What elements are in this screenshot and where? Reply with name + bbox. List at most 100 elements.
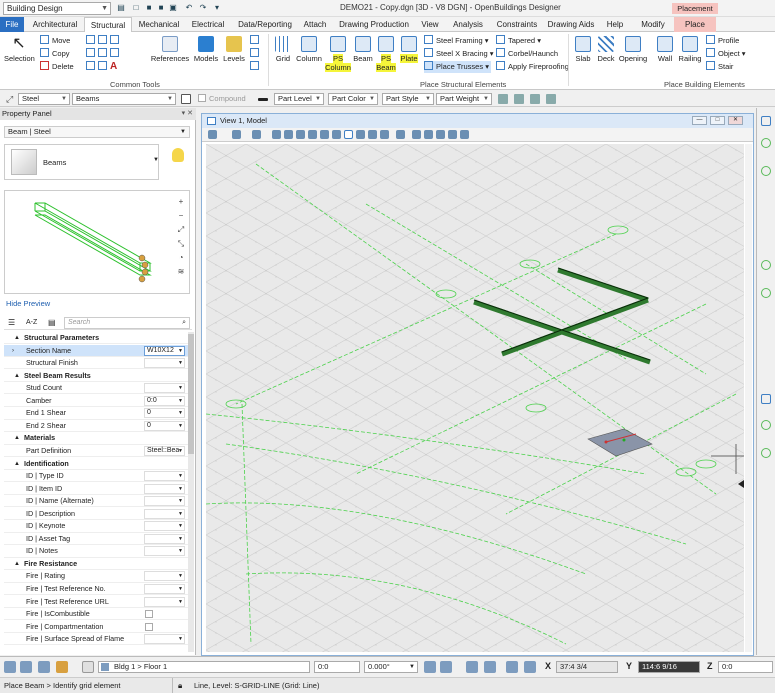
align-icon[interactable] xyxy=(466,661,478,673)
property-value[interactable]: ▼ xyxy=(144,634,185,645)
lighting-icon[interactable] xyxy=(252,130,261,139)
property-row[interactable]: ID | Type ID ▼ xyxy=(4,470,188,483)
collapse-icon[interactable]: ▲ xyxy=(14,370,20,382)
compound-checkbox[interactable] xyxy=(198,94,206,102)
categorize-icon[interactable]: ☰ xyxy=(8,318,15,327)
property-search-input[interactable]: Search ⌕ xyxy=(64,317,190,329)
tab-help[interactable]: Help xyxy=(604,17,626,32)
property-value[interactable]: ▼ xyxy=(144,546,185,557)
z-coordinate-field[interactable]: 0:0 xyxy=(718,661,773,673)
property-row[interactable]: Fire | Rating ▼ xyxy=(4,570,188,583)
tab-structural[interactable]: Structural xyxy=(84,17,132,33)
app-menu-icon[interactable]: ▤ xyxy=(116,3,126,13)
property-row[interactable]: End 2 Shear 0 ▼ xyxy=(4,420,188,433)
lightbulb-icon[interactable] xyxy=(172,148,184,162)
sort-az-button[interactable]: A-Z xyxy=(26,319,37,326)
object-button[interactable]: Object ▾ xyxy=(706,48,746,60)
profile-button[interactable]: Profile xyxy=(706,35,739,47)
move-button[interactable]: Move xyxy=(40,35,70,47)
floor-selector[interactable]: Bldg 1 > Floor 1 xyxy=(98,661,310,673)
property-row[interactable]: Camber 0:0 ▼ xyxy=(4,395,188,408)
property-row[interactable]: Part Definition Steel::Bea ▼ xyxy=(4,445,188,458)
property-value[interactable]: ▼ xyxy=(144,358,185,369)
copy-button[interactable]: Copy xyxy=(40,48,70,60)
property-value[interactable]: 0:0 ▼ xyxy=(144,395,185,406)
railing-button[interactable]: Railing xyxy=(678,36,702,63)
filter-icon[interactable]: ▤ xyxy=(48,318,56,327)
model-viewport[interactable] xyxy=(206,144,744,652)
part-weight-dropdown[interactable]: Part Weight ▼ xyxy=(436,93,492,105)
steel-x-bracing-button[interactable]: Steel X Bracing ▾ xyxy=(424,48,494,60)
pin-icon[interactable]: ⤢ xyxy=(6,94,16,104)
property-section-header[interactable]: ▲ Materials xyxy=(4,432,188,445)
zoom-out-icon[interactable] xyxy=(296,130,305,139)
part-color-dropdown[interactable]: Part Color ▼ xyxy=(328,93,378,105)
view-scrollbar[interactable] xyxy=(745,144,752,652)
attributes-tools[interactable] xyxy=(250,35,262,47)
saved-views-icon[interactable] xyxy=(460,130,469,139)
tab-drawing-aids[interactable]: Drawing Aids xyxy=(546,17,596,32)
clear-clip-icon[interactable] xyxy=(448,130,457,139)
beam-button[interactable]: Beam xyxy=(352,36,374,63)
view-previous-icon[interactable] xyxy=(368,130,377,139)
collapse-icon[interactable]: ▲ xyxy=(14,432,20,444)
customize-icon[interactable]: ▾ xyxy=(212,3,222,13)
property-value[interactable]: W10X12 ▼ xyxy=(144,345,185,356)
corbel-haunch-button[interactable]: Corbel/Haunch xyxy=(496,48,558,60)
ps-beam-button[interactable]: PS Beam xyxy=(375,36,397,72)
plate-button[interactable]: Plate xyxy=(398,36,420,63)
display-style-icon[interactable] xyxy=(232,130,241,139)
place-trusses-button[interactable]: Place Trusses ▾ xyxy=(424,61,491,73)
window-area-icon[interactable] xyxy=(308,130,317,139)
hide-preview-link[interactable]: Hide Preview xyxy=(6,299,50,308)
part-dropdown[interactable]: Beams ▼ xyxy=(72,93,176,105)
fit-view-icon[interactable] xyxy=(320,130,329,139)
grid-button[interactable]: Grid xyxy=(272,36,294,63)
levels-button[interactable]: Levels xyxy=(222,36,246,63)
x-coordinate-field[interactable]: 37:4 3/4 xyxy=(556,661,618,673)
panel-controls[interactable]: ▾ ✕ xyxy=(182,108,193,120)
tab-electrical[interactable]: Electrical xyxy=(186,17,230,32)
line-tools-button[interactable] xyxy=(86,35,122,47)
wall-button[interactable]: Wall xyxy=(654,36,676,63)
compound-toggle[interactable]: Compound xyxy=(198,94,246,103)
camera-icon[interactable] xyxy=(412,130,421,139)
tab-attach[interactable]: Attach xyxy=(300,17,330,32)
text-tools-button[interactable]: A xyxy=(86,61,117,73)
dock-icon[interactable] xyxy=(761,288,771,298)
property-section-header[interactable]: ▲ Fire Resistance xyxy=(4,558,188,571)
clip-mask-icon[interactable] xyxy=(436,130,445,139)
zoom-in-icon[interactable] xyxy=(284,130,293,139)
part-level-dropdown[interactable]: Part Level ▼ xyxy=(274,93,324,105)
tab-view[interactable]: View xyxy=(418,17,442,32)
expand-icon[interactable]: › xyxy=(12,345,14,357)
tab-drawing-production[interactable]: Drawing Production xyxy=(336,17,412,32)
tab-analysis[interactable]: Analysis xyxy=(448,17,488,32)
part-style-dropdown[interactable]: Part Style ▼ xyxy=(382,93,434,105)
dock-icon[interactable] xyxy=(761,138,771,148)
property-value[interactable]: ▼ xyxy=(144,496,185,507)
collapse-icon[interactable]: ▲ xyxy=(14,558,20,570)
explorer-tools[interactable] xyxy=(250,61,262,73)
redo-icon[interactable]: ↷ xyxy=(198,3,208,13)
property-scrollbar[interactable] xyxy=(188,332,194,652)
property-section-header[interactable]: ▲ Steel Beam Results xyxy=(4,370,188,382)
update-view-icon[interactable] xyxy=(272,130,281,139)
properties-tools[interactable] xyxy=(250,48,262,60)
ps-column-button[interactable]: PS Column xyxy=(324,36,352,72)
tapered-button[interactable]: Tapered ▾ xyxy=(496,35,541,47)
element-type-dropdown[interactable]: Beam | Steel ▼ xyxy=(4,126,190,138)
placement-option-icon[interactable] xyxy=(546,94,556,104)
property-section-header[interactable]: ▲ Structural Parameters xyxy=(4,332,188,345)
property-value[interactable]: ▼ xyxy=(144,571,185,582)
property-row[interactable]: › Section Name W10X12 ▼ xyxy=(4,344,188,357)
property-row[interactable]: ID | Asset Tag ▼ xyxy=(4,533,188,546)
placement-option-icon[interactable] xyxy=(514,94,524,104)
property-value[interactable]: ▼ xyxy=(144,471,185,482)
opening-button[interactable]: Opening xyxy=(618,36,648,63)
placement-icon[interactable] xyxy=(424,661,436,673)
property-checkbox[interactable] xyxy=(145,622,153,631)
new-icon[interactable]: □ xyxy=(131,3,141,13)
dock-icon[interactable] xyxy=(761,166,771,176)
pan-view-icon[interactable] xyxy=(344,130,353,139)
